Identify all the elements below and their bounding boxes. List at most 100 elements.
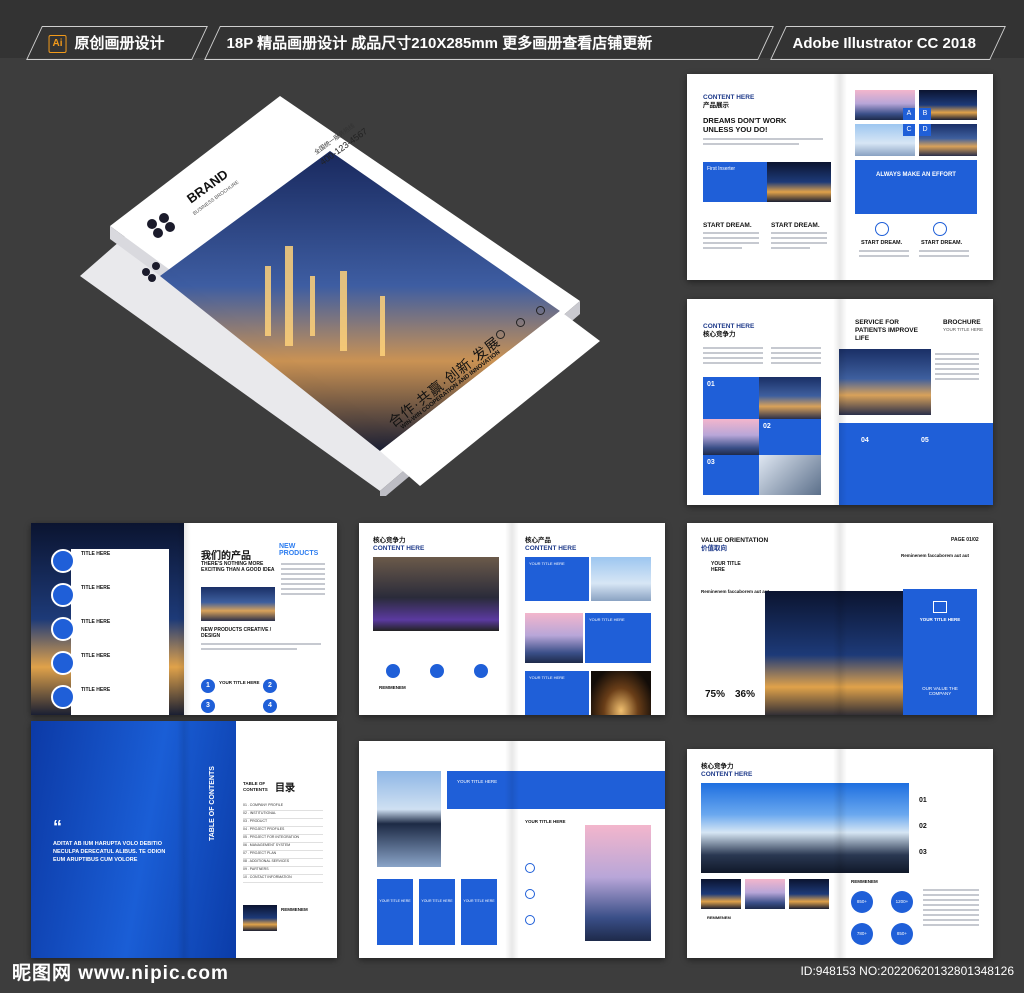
- letter-b: B: [919, 108, 931, 120]
- letter-c-text: C: [906, 126, 912, 133]
- banner-text-2: 18P 精品画册设计 成品尺寸210X285mm 更多画册查看店铺更新: [226, 35, 653, 52]
- body-text: [703, 347, 763, 367]
- mail-icon: [516, 318, 525, 327]
- body-text: [703, 138, 823, 148]
- toc-title: TABLE OF CONTENTS: [243, 781, 268, 792]
- spread-product-showcase: CONTENT HERE 产品展示 DREAMS DON'T WORK UNLE…: [687, 74, 993, 280]
- toc-remmenem: REMMENEM: [281, 907, 308, 912]
- spread-spine: [505, 741, 519, 958]
- spread-spine: [833, 299, 847, 505]
- circle-2: [51, 583, 75, 607]
- nipic-watermark: 昵图网 www.nipic.com: [12, 963, 229, 984]
- effort-banner: ALWAYS MAKE AN EFFORT: [855, 160, 977, 214]
- section-cn: 核心竞争力: [703, 331, 736, 338]
- toc-item[interactable]: 02 . INSTITUTIONAL: [243, 811, 323, 819]
- remmenem-label: REMMENEM: [379, 685, 406, 690]
- top-blue-band: YOUR TITLE HERE: [447, 771, 665, 809]
- box-2-title: YOUR TITLE HERE: [589, 617, 625, 622]
- icon-start-2: START DREAM.: [921, 240, 963, 246]
- stat-4: 850+: [891, 923, 913, 945]
- toc-item[interactable]: 06 . MANAGEMENT SYSTEM: [243, 843, 323, 851]
- quote-icon: “: [53, 817, 62, 837]
- step-1-text: 1: [206, 682, 210, 689]
- content-here-1: CONTENT HERE: [373, 545, 425, 552]
- toc-item[interactable]: 09 . PARTNERS: [243, 867, 323, 875]
- num-02: 02: [919, 823, 927, 830]
- photo-sea: [591, 557, 651, 601]
- toc-item[interactable]: 08 . ADDITIONAL SERVICES: [243, 859, 323, 867]
- section-cn: 产品展示: [703, 102, 729, 109]
- feature-icon-1: [385, 663, 401, 679]
- toc-cn: 目录: [275, 783, 295, 794]
- value-block-title: YOUR TITLE HERE: [919, 617, 961, 622]
- step-title: YOUR TITLE HERE: [219, 680, 260, 685]
- list-icon-1: [525, 863, 535, 873]
- step-4-text: 4: [268, 702, 272, 709]
- title-2: TITLE HERE: [81, 585, 111, 591]
- spread-spine: [177, 523, 191, 715]
- letter-a-text: A: [906, 110, 912, 117]
- right-remmenem: REMMENEM: [851, 879, 878, 884]
- toc-item[interactable]: 01 . COMPANY PROFILE: [243, 803, 323, 811]
- banner-text-3: Adobe Illustrator CC 2018: [792, 35, 976, 52]
- first-inserter-label: First Inserter: [707, 166, 736, 172]
- body-text: [919, 250, 969, 260]
- step-3-text: 3: [206, 702, 210, 709]
- toc-item[interactable]: 04 . PROJECT PROFILES: [243, 827, 323, 835]
- spread-spine: [833, 523, 847, 715]
- card-1-title: YOUR TITLE HERE: [379, 899, 411, 903]
- feature-block-1: 01: [703, 377, 759, 419]
- your-title: YOUR TITLE HERE: [711, 561, 741, 574]
- spread-spine: [833, 74, 847, 280]
- thumb-2: [745, 879, 785, 909]
- body-text: [201, 643, 321, 653]
- spread-core-products: 核心竞争力 CONTENT HERE REMMENEM 核心产品 CONTENT…: [359, 523, 665, 715]
- toc-item[interactable]: 07 . PROJECT PLAN: [243, 851, 323, 859]
- circle-4: [51, 651, 75, 675]
- banner-text-1: 原创画册设计: [74, 35, 165, 52]
- chart-icon: [933, 222, 947, 236]
- toc-item[interactable]: 05 . PROJECT FOR INTEGRATION: [243, 835, 323, 843]
- step-2-text: 2: [268, 682, 272, 689]
- spread-spine: [833, 749, 847, 958]
- spread-core-competence: CONTENT HERE 核心竞争力 01 02 03 SERVICE FOR …: [687, 299, 993, 505]
- phone-icon: [496, 330, 505, 339]
- section-cn-2: 核心产品: [525, 537, 551, 544]
- letter-c: C: [903, 124, 915, 136]
- toc-item[interactable]: 10 . CONTACT INFORMATION: [243, 875, 323, 883]
- service-text: SERVICE FOR PATIENTS IMPROVE LIFE: [855, 319, 918, 343]
- spread-core-competence-2: 核心竞争力 CONTENT HERE 01 02 03 REMMENEM REM…: [687, 749, 993, 958]
- feature-icon-3: [473, 663, 489, 679]
- thumb-1: [701, 879, 741, 909]
- photo-bridge: [525, 613, 583, 663]
- content-here-2: CONTENT HERE: [525, 545, 577, 552]
- band-title: YOUR TITLE HERE: [457, 779, 498, 784]
- content-here-label: CONTENT HERE: [703, 94, 755, 101]
- service-card-1: YOUR TITLE HERE: [377, 879, 413, 945]
- title-5: TITLE HERE: [81, 687, 111, 693]
- box-3: YOUR TITLE HERE: [525, 671, 589, 715]
- brochure-title: BROCHURE: [943, 319, 981, 326]
- card-2-title: YOUR TITLE HERE: [421, 899, 453, 903]
- list-icon-3: [525, 915, 535, 925]
- section-cn-1: 核心竞争力: [373, 537, 406, 544]
- title-4: TITLE HERE: [81, 653, 111, 659]
- body-text: [923, 889, 979, 929]
- skyline-photo: [201, 587, 275, 621]
- blue-footer-band: 04 05: [839, 423, 993, 505]
- toc-item[interactable]: 03 . PRODUCT: [243, 819, 323, 827]
- letter-d: D: [919, 124, 931, 136]
- spread-spine: [177, 721, 191, 958]
- tagline: THERE'S NOTHING MORE EXCITING THAN A GOO…: [201, 561, 275, 574]
- right-title: YOUR TITLE HERE: [525, 819, 566, 824]
- effort-text: ALWAYS MAKE AN EFFORT: [876, 172, 956, 178]
- value-block: YOUR TITLE HERE OUR VALUE THE COMPANY: [903, 589, 977, 715]
- feature-photo-2: [703, 419, 759, 455]
- first-inserter-box: First Inserter: [703, 162, 767, 202]
- banner-original-design: Ai 原创画册设计: [26, 26, 208, 60]
- card-3-title: YOUR TITLE HERE: [463, 899, 495, 903]
- num-03: 03: [919, 849, 927, 856]
- title-3: TITLE HERE: [81, 619, 111, 625]
- feature-num-2: 02: [763, 423, 771, 430]
- feature-icon-2: [429, 663, 445, 679]
